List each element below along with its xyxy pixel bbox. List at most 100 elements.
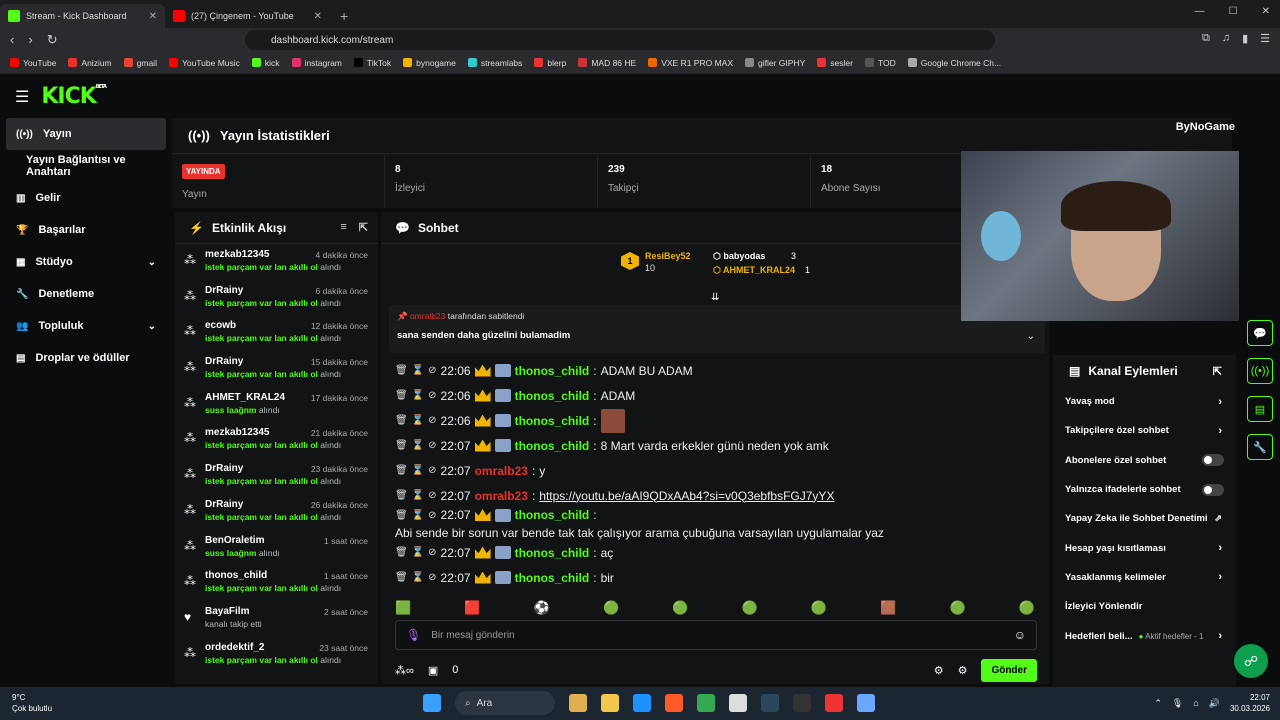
url-bar[interactable]: dashboard.kick.com/stream: [245, 30, 995, 50]
emote-icon[interactable]: 🟥: [464, 600, 480, 616]
music-icon[interactable]: ♫: [1222, 32, 1230, 45]
tab-kick-dashboard[interactable]: Stream - Kick Dashboard ✕: [0, 4, 165, 28]
bookmark-item[interactable]: blerp: [534, 58, 566, 68]
channel-action[interactable]: Yasaklanmış kelimeler ›: [1053, 563, 1236, 592]
sidebar-icon[interactable]: ▮: [1242, 32, 1248, 45]
channel-action[interactable]: Yapay Zeka ile Sohbet Denetimi ⇗: [1053, 504, 1236, 533]
delete-icon[interactable]: 🗑: [395, 415, 408, 426]
external-link-icon[interactable]: ⇗: [1214, 513, 1222, 524]
help-button[interactable]: ☍: [1234, 644, 1268, 678]
forward-icon[interactable]: ›: [28, 32, 32, 48]
new-tab-icon[interactable]: +: [330, 8, 358, 24]
minimize-icon[interactable]: —: [1195, 6, 1205, 17]
menu-icon[interactable]: ☰: [15, 87, 29, 107]
chat-message[interactable]: 🗑 ⌛ ⊘ 22:07 thonos_child:8 Mart varda erkekl…: [395, 433, 1035, 458]
bookmark-item[interactable]: YouTube Music: [168, 58, 240, 68]
chat-message[interactable]: 🗑 ⌛ ⊘ 22:07 omralb23: y: [395, 458, 1035, 483]
emote-icon[interactable]: 🟢: [742, 600, 758, 616]
chevron-right-icon[interactable]: ›: [1218, 542, 1222, 554]
tray-up-icon[interactable]: ⌃: [1154, 698, 1162, 709]
extensions-icon[interactable]: ⧉: [1202, 32, 1210, 45]
timeout-icon[interactable]: ⌛: [412, 365, 424, 376]
chat-message[interactable]: 🗑 ⌛ ⊘ 22:07 thonos_child: aç: [395, 540, 1035, 565]
channel-action[interactable]: İzleyici Yönlendir: [1053, 592, 1236, 621]
edge-icon[interactable]: [633, 694, 651, 712]
popout-icon[interactable]: ⇱: [359, 221, 368, 234]
channel-action[interactable]: Yavaş mod ›: [1053, 387, 1236, 416]
bookmark-item[interactable]: sesler: [817, 58, 853, 68]
emote-icon[interactable]: 🟢: [950, 600, 966, 616]
bookmark-item[interactable]: instagram: [291, 58, 342, 68]
emote-icon[interactable]: 🟩: [395, 600, 411, 616]
timeout-icon[interactable]: ⌛: [412, 572, 424, 583]
chat-message[interactable]: 🗑 ⌛ ⊘ 22:07 thonos_child: Abi sende bir sorun…: [395, 508, 1035, 540]
bookmark-item[interactable]: Anizium: [68, 58, 112, 68]
close-tab-icon[interactable]: ✕: [314, 11, 322, 22]
sidebar-item[interactable]: ▦ Stüdyo ⌄: [0, 246, 172, 278]
delete-icon[interactable]: 🗑: [395, 510, 408, 521]
delete-icon[interactable]: 🗑: [395, 390, 408, 401]
sidebar-item[interactable]: 🔧 Denetleme: [0, 278, 172, 310]
delete-icon[interactable]: 🗑: [395, 365, 408, 376]
pinned-message[interactable]: 📌 omralb23 tarafından sabitlendi sana se…: [389, 305, 1045, 353]
bookmark-item[interactable]: TikTok: [353, 58, 391, 68]
leader-1-name[interactable]: ResiBey52: [645, 251, 691, 261]
channel-action[interactable]: Hedefleri beli... ● Aktif hedefler - 1 ›: [1053, 621, 1236, 650]
chevron-down-icon[interactable]: ⌄: [1027, 331, 1035, 342]
channel-action[interactable]: Takipçilere özel sohbet ›: [1053, 416, 1236, 445]
broadcast-toggle-icon[interactable]: ((•)): [1247, 358, 1273, 384]
timeout-icon[interactable]: ⌛: [412, 490, 424, 501]
collapse-icon[interactable]: ⇊: [711, 292, 719, 303]
emote-icon[interactable]: 🟢: [672, 600, 688, 616]
delete-icon[interactable]: 🗑: [395, 572, 408, 583]
toggle-switch[interactable]: [1202, 483, 1224, 496]
bookmark-item[interactable]: VXE R1 PRO MAX: [648, 58, 733, 68]
actions-toggle-icon[interactable]: ▤: [1247, 396, 1273, 422]
points-icon[interactable]: ⁂∞: [395, 664, 414, 677]
chevron-down-icon[interactable]: ⌄: [148, 257, 156, 268]
message-user[interactable]: thonos_child: [515, 571, 590, 585]
steam-icon[interactable]: [761, 694, 779, 712]
delete-icon[interactable]: 🗑: [395, 490, 408, 501]
timeout-icon[interactable]: ⌛: [412, 440, 424, 451]
leader-3-name[interactable]: AHMET_KRAL24: [723, 265, 795, 275]
emote-icon[interactable]: 🟢: [811, 600, 827, 616]
toggle-switch[interactable]: [1202, 454, 1224, 467]
emote-icon[interactable]: 🟢: [1019, 600, 1035, 616]
emoji-icon[interactable]: ☺: [1014, 628, 1026, 642]
settings-icon[interactable]: ☰: [1260, 32, 1270, 45]
mic-tray-icon[interactable]: 🎙: [1172, 698, 1183, 709]
chevron-down-icon[interactable]: ⌄: [148, 321, 156, 332]
channel-action[interactable]: Yalnızca ifadelerle sohbet: [1053, 475, 1236, 504]
delete-icon[interactable]: 🗑: [395, 465, 408, 476]
delete-icon[interactable]: 🗑: [395, 440, 408, 451]
app-icon[interactable]: [857, 694, 875, 712]
clock[interactable]: 22:07 30.03.2026: [1230, 692, 1270, 714]
sidebar-item[interactable]: ▥ Gelir: [0, 182, 172, 214]
ban-icon[interactable]: ⊘: [428, 490, 436, 501]
chat-message[interactable]: 🗑 ⌛ ⊘ 22:07 omralb23: https://youtu.be/aAI9QD…: [395, 483, 1035, 508]
timeout-icon[interactable]: ⌛: [412, 510, 424, 521]
taskbar-search[interactable]: ⌕ Ara: [455, 691, 555, 715]
emote-icon[interactable]: 🟫: [880, 600, 896, 616]
message-user[interactable]: omralb23: [475, 464, 528, 478]
bookmark-item[interactable]: gifler GIPHY: [745, 58, 805, 68]
chat-input[interactable]: 🎙 Bir mesaj gönderin ☺: [395, 620, 1037, 650]
chevron-right-icon[interactable]: ›: [1218, 396, 1222, 408]
settings-gear-icon[interactable]: ⚙: [934, 664, 944, 677]
ban-icon[interactable]: ⊘: [428, 547, 436, 558]
message-user[interactable]: thonos_child: [515, 414, 590, 428]
ban-icon[interactable]: ⊘: [428, 572, 436, 583]
chat-message[interactable]: 🗑 ⌛ ⊘ 22:07 thonos_child: bir: [395, 565, 1035, 590]
ban-icon[interactable]: ⊘: [428, 465, 436, 476]
bot-icon[interactable]: ⚙: [958, 664, 968, 677]
file-explorer-icon[interactable]: [601, 694, 619, 712]
sidebar-item[interactable]: Yayın Bağlantısı ve Anahtarı: [0, 150, 172, 182]
chevron-right-icon[interactable]: ›: [1218, 425, 1222, 437]
bookmark-item[interactable]: TOD: [864, 58, 896, 68]
bookmark-item[interactable]: YouTube: [10, 58, 56, 68]
timeout-icon[interactable]: ⌛: [412, 415, 424, 426]
epic-icon[interactable]: [793, 694, 811, 712]
ban-icon[interactable]: ⊘: [428, 440, 436, 451]
back-icon[interactable]: ‹: [10, 32, 14, 48]
